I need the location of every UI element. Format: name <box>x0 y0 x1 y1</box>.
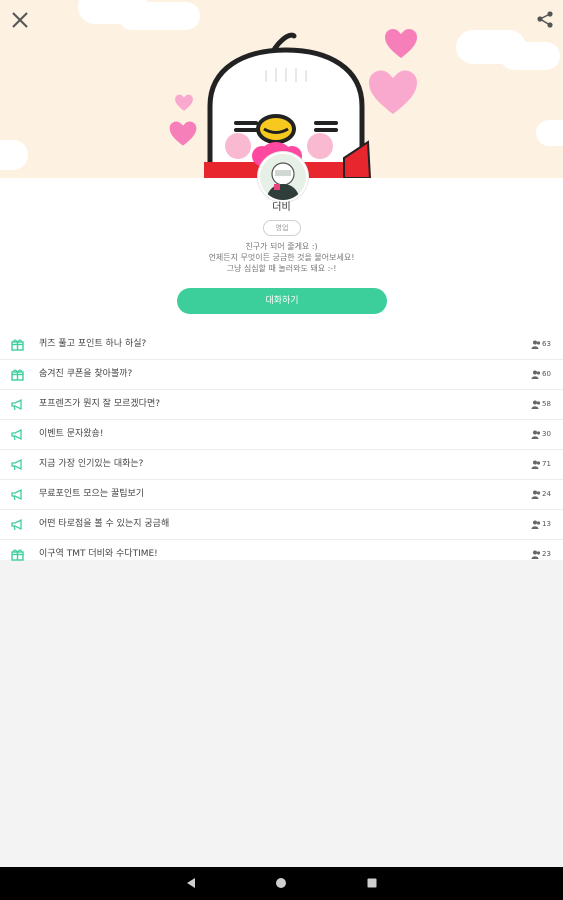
room-list-item[interactable]: 숨겨진 쿠폰을 찾아볼까? 60 <box>0 360 563 390</box>
start-chat-button[interactable]: 대화하기 <box>177 288 387 314</box>
people-icon <box>531 520 541 529</box>
room-title: 이구역 TMT 더비와 수다TIME! <box>39 549 158 559</box>
recents-icon <box>367 878 377 888</box>
participant-count: 24 <box>542 490 551 498</box>
back-button[interactable] <box>183 875 199 891</box>
megaphone-icon <box>11 458 22 471</box>
room-title: 지금 가장 인기있는 대화는? <box>39 459 144 469</box>
megaphone-icon <box>11 518 22 531</box>
people-icon <box>531 490 541 499</box>
room-title: 포프렌즈가 뭔지 잘 모르겠다면? <box>39 399 161 409</box>
participant-count: 71 <box>542 460 551 468</box>
gift-icon <box>11 549 24 561</box>
room-list-item[interactable]: 이구역 TMT 더비와 수다TIME! 23 <box>0 540 563 569</box>
avatar[interactable] <box>258 152 308 202</box>
intro-line: 그냥 심심할 때 놀러와도 돼요 :-! <box>226 264 337 273</box>
participant-count: 30 <box>542 430 551 438</box>
gift-icon <box>11 369 24 381</box>
room-list-item[interactable]: 어떤 타로점을 볼 수 있는지 궁금해 13 <box>0 510 563 540</box>
room-list-item[interactable]: 포프렌즈가 뭔지 잘 모르겠다면? 58 <box>0 390 563 420</box>
share-button[interactable] <box>532 6 560 34</box>
people-icon <box>531 400 541 409</box>
room-title: 숨겨진 쿠폰을 찾아볼까? <box>39 369 133 379</box>
room-list-item[interactable]: 퀴즈 풀고 포인트 하나 하실? 63 <box>0 330 563 360</box>
recents-button[interactable] <box>364 875 380 891</box>
cloud-decoration <box>118 2 200 30</box>
room-list-item[interactable]: 지금 가장 인기있는 대화는? 71 <box>0 450 563 480</box>
participant-count: 58 <box>542 400 551 408</box>
participant-count: 13 <box>542 520 551 528</box>
system-navigation-bar <box>0 867 563 900</box>
profile-name: 더비 <box>272 202 291 213</box>
megaphone-icon <box>11 488 22 501</box>
participant-count: 60 <box>542 370 551 378</box>
home-icon <box>276 878 286 888</box>
share-icon <box>537 11 553 28</box>
room-list-item[interactable]: 이벤트 문자왔숑! 30 <box>0 420 563 450</box>
people-icon <box>531 550 541 559</box>
people-icon <box>531 340 541 349</box>
heart-icon <box>169 121 197 146</box>
room-title: 어떤 타로점을 볼 수 있는지 궁금해 <box>39 519 170 529</box>
people-icon <box>531 430 541 439</box>
room-title: 무료포인트 모으는 꿀팁보기 <box>39 489 145 499</box>
status-badge: 영업 <box>263 220 301 236</box>
cloud-decoration <box>536 120 563 146</box>
avatar-image <box>260 154 306 200</box>
gift-icon <box>11 339 24 351</box>
people-icon <box>531 370 541 379</box>
back-icon <box>187 878 195 888</box>
megaphone-icon <box>11 398 22 411</box>
cloud-decoration <box>500 42 560 70</box>
participant-count: 23 <box>542 550 551 558</box>
participant-count: 63 <box>542 340 551 348</box>
home-button[interactable] <box>273 875 289 891</box>
heart-icon <box>385 29 417 58</box>
room-title: 퀴즈 풀고 포인트 하나 하실? <box>39 339 147 349</box>
intro-line: 언제든지 무엇이든 궁금한 것을 물어보세요! <box>208 253 355 262</box>
profile-intro: 친구가 되어 줄게요 :) 언제든지 무엇이든 궁금한 것을 물어보세요! 그냥… <box>0 241 563 274</box>
close-button[interactable] <box>6 6 34 34</box>
intro-line: 친구가 되어 줄게요 :) <box>245 242 318 251</box>
cloud-decoration <box>0 140 28 170</box>
close-icon <box>12 12 28 28</box>
heart-icon <box>175 94 193 111</box>
megaphone-icon <box>11 428 22 441</box>
people-icon <box>531 460 541 469</box>
room-list: 퀴즈 풀고 포인트 하나 하실? 63 숨겨진 쿠폰을 찾아볼까? 60 포프렌… <box>0 330 563 569</box>
room-list-item[interactable]: 무료포인트 모으는 꿀팁보기 24 <box>0 480 563 510</box>
room-title: 이벤트 문자왔숑! <box>39 429 104 439</box>
